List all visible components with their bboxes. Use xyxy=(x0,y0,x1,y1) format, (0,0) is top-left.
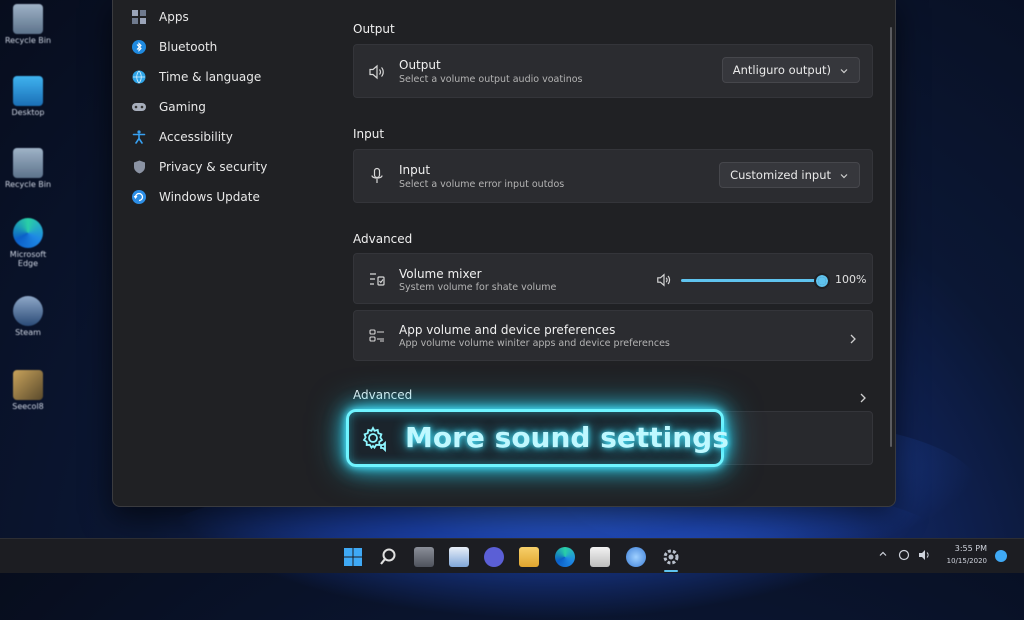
desktop-icon-desktop[interactable]: Desktop xyxy=(4,76,52,117)
gear-sound-icon xyxy=(361,425,389,453)
edge-icon[interactable] xyxy=(555,547,575,567)
chevron-down-icon xyxy=(839,170,849,180)
sidebar-item-label: Windows Update xyxy=(159,190,260,204)
monitor-icon xyxy=(13,76,43,106)
chevron-right-icon[interactable] xyxy=(858,389,868,403)
scrollbar[interactable] xyxy=(890,27,892,447)
output-card[interactable]: Output Select a volume output audio voat… xyxy=(353,44,873,98)
shield-icon xyxy=(131,159,147,175)
more-sound-settings-label: More sound settings xyxy=(405,421,729,454)
desktop-icon-label: Recycle Bin xyxy=(4,36,52,45)
volume-percent: 100% xyxy=(835,273,867,286)
app-volume-title: App volume and device preferences xyxy=(399,323,616,337)
volume-slider-track[interactable] xyxy=(681,279,816,282)
input-device-dropdown[interactable]: Customized input xyxy=(719,162,860,188)
file-explorer-icon[interactable] xyxy=(519,547,539,567)
sidebar-item-label: Gaming xyxy=(159,100,206,114)
desktop-icon-label: Recycle Bin xyxy=(4,180,52,189)
chevron-down-icon xyxy=(839,65,849,75)
section-title-input: Input xyxy=(353,127,385,141)
output-device-dropdown[interactable]: Antliguro output) xyxy=(721,57,860,83)
input-card[interactable]: Input Select a volume error input outdos… xyxy=(353,149,873,203)
sidebar-item-bluetooth[interactable]: Bluetooth xyxy=(131,33,217,61)
volume-mixer-title: Volume mixer xyxy=(399,267,482,281)
settings-window: Apps Bluetooth Time & language Gaming Ac… xyxy=(112,0,896,507)
clock-date[interactable]: 10/15/2020 xyxy=(945,557,987,565)
steam-icon xyxy=(13,296,43,326)
notification-icon[interactable] xyxy=(995,550,1007,562)
section-title-advanced-2: Advanced xyxy=(353,388,413,402)
desktop-icon-seecol8[interactable]: Seecol8 xyxy=(4,370,52,411)
sidebar-item-privacy-security[interactable]: Privacy & security xyxy=(131,153,267,181)
input-dropdown-value: Customized input xyxy=(730,168,831,182)
gamepad-icon xyxy=(131,99,147,115)
update-icon xyxy=(131,189,147,205)
chevron-right-icon xyxy=(848,330,858,344)
globe-icon xyxy=(131,69,147,85)
more-sound-settings-button[interactable]: More sound settings xyxy=(346,409,729,467)
section-title-output: Output xyxy=(353,22,395,36)
desktop-icon-steam[interactable]: Steam xyxy=(4,296,52,337)
output-title: Output xyxy=(399,58,441,72)
task-view-icon[interactable] xyxy=(414,547,434,567)
app-volume-subtitle: App volume volume winiter apps and devic… xyxy=(399,338,670,349)
edge-icon xyxy=(13,218,43,248)
output-subtitle: Select a volume output audio voatinos xyxy=(399,74,583,85)
sidebar-item-windows-update[interactable]: Windows Update xyxy=(131,183,260,211)
bluetooth-icon xyxy=(131,39,147,55)
app-icon xyxy=(13,370,43,400)
desktop-icon-label: Seecol8 xyxy=(12,402,44,411)
sidebar-item-gaming[interactable]: Gaming xyxy=(131,93,206,121)
section-title-advanced: Advanced xyxy=(353,232,413,246)
sidebar-item-label: Privacy & security xyxy=(159,160,268,174)
app-preferences-icon xyxy=(368,327,386,345)
sidebar-item-label: Apps xyxy=(159,10,189,24)
microphone-icon xyxy=(368,167,386,185)
desktop-icon-label: Steam xyxy=(15,328,41,337)
speaker-icon xyxy=(656,272,672,288)
app-icon[interactable] xyxy=(626,547,646,567)
mixer-icon xyxy=(368,270,386,288)
recycle-bin-icon xyxy=(13,148,43,178)
volume-tray-icon[interactable] xyxy=(918,549,932,564)
desktop-icon-recycle-bin-2[interactable]: Recycle Bin xyxy=(4,148,52,189)
sidebar-item-time-language[interactable]: Time & language xyxy=(131,63,261,91)
volume-mixer-card[interactable]: Volume mixer System volume for shate vol… xyxy=(353,253,873,304)
sidebar-item-accessibility[interactable]: Accessibility xyxy=(131,123,233,151)
app-volume-preferences-card[interactable]: App volume and device preferences App vo… xyxy=(353,310,873,361)
taskbar: 3:55 PM 10/15/2020 xyxy=(0,538,1024,573)
sidebar-item-apps[interactable]: Apps xyxy=(131,3,189,31)
sidebar-item-label: Time & language xyxy=(159,70,262,84)
sidebar-item-label: Bluetooth xyxy=(159,40,218,54)
output-dropdown-value: Antliguro output) xyxy=(732,63,831,77)
chevron-up-icon[interactable] xyxy=(878,549,888,562)
desktop-icon-label: Desktop xyxy=(11,108,45,117)
input-title: Input xyxy=(399,163,431,177)
network-icon[interactable] xyxy=(898,549,910,564)
widgets-icon[interactable] xyxy=(449,547,469,567)
volume-mixer-subtitle: System volume for shate volume xyxy=(399,282,557,293)
apps-icon xyxy=(131,9,147,25)
sidebar-item-label: Accessibility xyxy=(159,130,233,144)
speaker-icon xyxy=(368,63,386,81)
start-button[interactable] xyxy=(343,547,363,567)
clock-time[interactable]: 3:55 PM xyxy=(945,544,987,553)
sidebar: Apps Bluetooth Time & language Gaming Ac… xyxy=(113,0,333,506)
search-icon[interactable] xyxy=(378,547,398,567)
settings-gear-icon[interactable] xyxy=(661,547,681,567)
accessibility-icon xyxy=(131,129,147,145)
desktop-icon-recycle-bin[interactable]: Recycle Bin xyxy=(4,4,52,45)
store-icon[interactable] xyxy=(590,547,610,567)
volume-slider-thumb[interactable] xyxy=(814,273,830,289)
desktop-icon-label: Microsoft Edge xyxy=(9,250,47,268)
desktop-icon-edge[interactable]: Microsoft Edge xyxy=(4,218,52,268)
recycle-bin-icon xyxy=(13,4,43,34)
input-subtitle: Select a volume error input outdos xyxy=(399,179,565,190)
chat-icon[interactable] xyxy=(484,547,504,567)
